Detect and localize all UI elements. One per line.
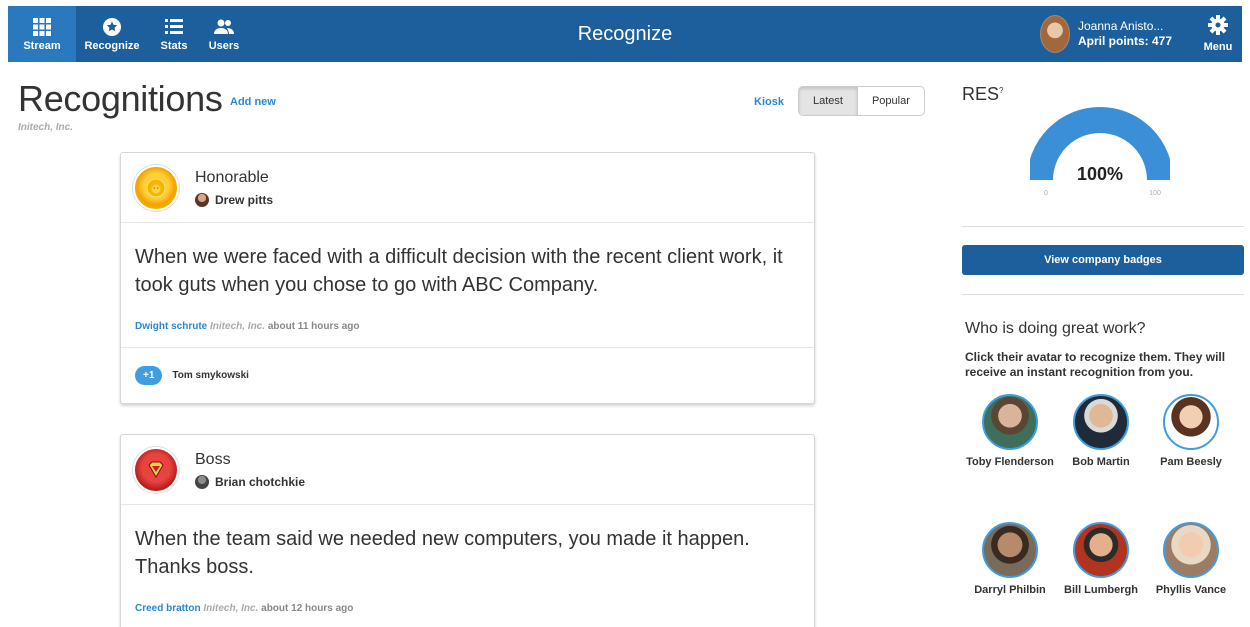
company-name: Initech, Inc. — [18, 122, 74, 133]
gauge-max: 100 — [1149, 190, 1161, 197]
nav-stats[interactable]: Stats — [152, 6, 196, 62]
person-name: Phyllis Vance — [1155, 584, 1227, 596]
nav-recognize[interactable]: Recognize — [78, 6, 146, 62]
recognition-card: Honorable Drew pitts When we were faced … — [120, 152, 815, 404]
person-card[interactable]: Phyllis Vance — [1146, 522, 1236, 597]
view-company-badges-button[interactable]: View company badges — [962, 245, 1244, 275]
recipient-avatar — [195, 193, 209, 207]
person-avatar[interactable] — [1073, 522, 1129, 578]
recognition-meta: Dwight schrute Initech, Inc. about 11 ho… — [135, 321, 360, 332]
sender-name[interactable]: Creed bratton — [135, 603, 201, 614]
star-badge-icon — [102, 17, 122, 37]
person-card[interactable]: Bob Martin — [1056, 394, 1146, 469]
user-avatar — [1040, 15, 1070, 53]
res-help-icon[interactable]: ? — [999, 86, 1003, 95]
nav-stats-label: Stats — [160, 39, 188, 52]
tab-latest[interactable]: Latest — [799, 87, 858, 115]
recognition-meta: Creed bratton Initech, Inc. about 12 hou… — [135, 603, 353, 614]
recipient[interactable]: Brian chotchkie — [195, 475, 305, 489]
who-description: Click their avatar to recognize them. Th… — [965, 350, 1226, 379]
nav-stream[interactable]: Stream — [8, 6, 76, 62]
person-avatar[interactable] — [1073, 394, 1129, 450]
sender-company: Initech, Inc. — [203, 603, 259, 614]
kiosk-link[interactable]: Kiosk — [754, 96, 784, 108]
nav-recognize-label: Recognize — [84, 39, 140, 52]
plus-one-button[interactable]: +1 — [135, 366, 163, 385]
res-gauge: 100% 0 100 — [1030, 107, 1170, 197]
user-name: Joanna Anisto... — [1078, 19, 1164, 33]
who-title: Who is doing great work? — [965, 320, 1146, 337]
badge-name: Boss — [195, 451, 231, 468]
page-title: Recognitions — [18, 78, 223, 119]
person-name: Pam Beesly — [1160, 456, 1222, 468]
person-card[interactable]: Bill Lumbergh — [1056, 522, 1146, 597]
superhero-shield-icon[interactable] — [133, 447, 179, 493]
nav-users[interactable]: Users — [200, 6, 248, 62]
sort-toggle: Latest Popular — [798, 86, 925, 116]
plus-one-user: Tom smykowski — [172, 370, 249, 381]
gear-icon — [1208, 15, 1228, 38]
tab-popular[interactable]: Popular — [858, 87, 924, 115]
person-name: Bill Lumbergh — [1064, 584, 1138, 596]
recognition-message: When we were faced with a difficult deci… — [135, 246, 783, 296]
list-icon — [164, 17, 184, 37]
top-nav-bar: Stream Recognize Stats Users Recognize J… — [8, 6, 1242, 62]
lion-icon[interactable] — [133, 165, 179, 211]
res-title-text: RES — [962, 84, 1000, 104]
person-card[interactable]: Toby Flenderson — [965, 394, 1055, 469]
person-avatar[interactable] — [1163, 522, 1219, 578]
sender-company: Initech, Inc. — [210, 321, 266, 332]
recipient-name: Brian chotchkie — [215, 475, 306, 489]
person-card[interactable]: Darryl Philbin — [965, 522, 1055, 597]
user-profile[interactable]: Joanna Anisto... April points: 477 — [1040, 14, 1190, 54]
gauge-value: 100% — [1077, 164, 1123, 184]
person-name: Toby Flenderson — [966, 456, 1054, 468]
recognition-card: Boss Brian chotchkie When the team said … — [120, 434, 815, 627]
person-avatar[interactable] — [982, 522, 1038, 578]
users-icon — [214, 17, 234, 37]
person-name: Darryl Philbin — [974, 584, 1046, 596]
timestamp: about 11 hours ago — [267, 321, 360, 332]
nav-stream-label: Stream — [23, 39, 61, 52]
plus-one-row: +1 Tom smykowski — [121, 347, 814, 403]
grid-icon — [32, 17, 52, 37]
add-new-link[interactable]: Add new — [230, 96, 276, 108]
badge-name: Honorable — [195, 169, 269, 186]
recipient-avatar — [195, 475, 209, 489]
sender-name[interactable]: Dwight schrute — [135, 321, 207, 332]
person-avatar[interactable] — [982, 394, 1038, 450]
recipient[interactable]: Drew pitts — [195, 193, 273, 207]
timestamp: about 12 hours ago — [261, 603, 354, 614]
recipient-name: Drew pitts — [215, 193, 274, 207]
person-avatar[interactable] — [1163, 394, 1219, 450]
res-title: RES? — [962, 84, 1003, 105]
nav-menu[interactable]: Menu — [1196, 6, 1240, 62]
gauge-min: 0 — [1044, 190, 1048, 197]
recognition-message: When the team said we needed new compute… — [135, 528, 750, 578]
sidebar-divider — [962, 226, 1244, 227]
user-points: April points: 477 — [1078, 34, 1173, 48]
sidebar-divider — [962, 294, 1244, 295]
person-name: Bob Martin — [1072, 456, 1130, 468]
person-card[interactable]: Pam Beesly — [1146, 394, 1236, 469]
nav-menu-label: Menu — [1203, 41, 1233, 53]
nav-users-label: Users — [208, 39, 240, 52]
